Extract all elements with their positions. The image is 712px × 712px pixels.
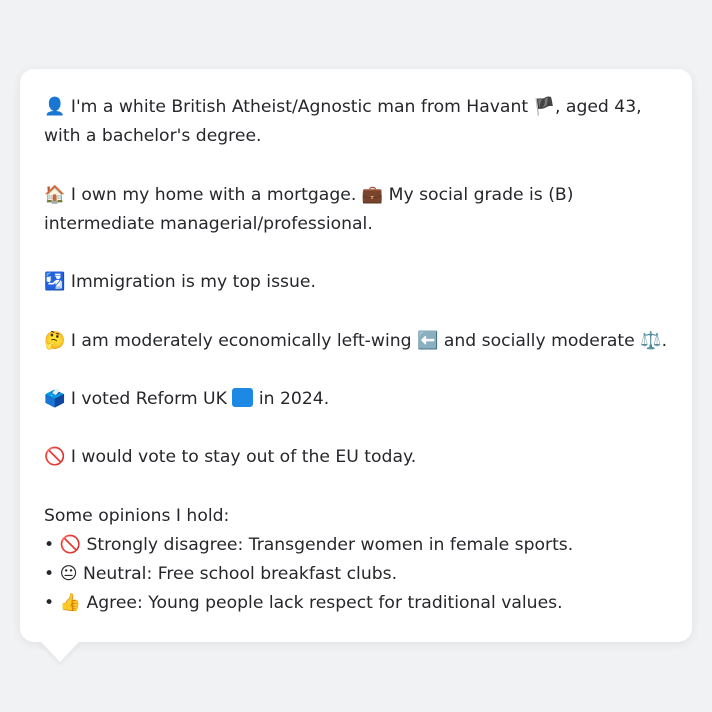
ideology-end-text: . bbox=[661, 330, 668, 351]
opinions-list: • 🚫 Strongly disagree: Transgender women… bbox=[44, 531, 668, 619]
vote-paragraph: 🗳️ I voted Reform UK in 2024. bbox=[44, 385, 668, 414]
eu-paragraph: 🚫 I would vote to stay out of the EU tod… bbox=[44, 443, 668, 472]
opinion-text: Agree: Young people lack respect for tra… bbox=[86, 593, 563, 614]
bullet-marker: • bbox=[44, 534, 55, 555]
identity-text: I'm a white British Atheist/Agnostic man… bbox=[70, 97, 529, 117]
party-color-square-icon bbox=[232, 387, 254, 407]
house-icon: 🏠 bbox=[44, 184, 66, 205]
list-item: • 😐 Neutral: Free school breakfast clubs… bbox=[44, 560, 668, 589]
issue-text: Immigration is my top issue. bbox=[70, 272, 316, 293]
opinion-text: Strongly disagree: Transgender women in … bbox=[86, 534, 574, 555]
vote-text: I voted Reform UK bbox=[70, 388, 227, 409]
home-text: I own my home with a mortgage. bbox=[70, 184, 357, 205]
prohibited-icon: 🚫 bbox=[44, 447, 66, 468]
opinions-section: Some opinions I hold: • 🚫 Strongly disag… bbox=[44, 502, 668, 619]
thumbs-up-icon: 👍 bbox=[59, 593, 82, 614]
list-item: • 🚫 Strongly disagree: Transgender women… bbox=[44, 531, 668, 560]
opinion-text: Neutral: Free school breakfast clubs. bbox=[83, 564, 398, 585]
persona-message-bubble: 👤 I'm a white British Atheist/Agnostic m… bbox=[20, 69, 692, 642]
eu-text: I would vote to stay out of the EU today… bbox=[70, 447, 417, 468]
ideology-paragraph: 🤔 I am moderately economically left-wing… bbox=[44, 327, 668, 356]
england-flag-icon: 🏴 bbox=[533, 97, 555, 117]
neutral-face-icon: 😐 bbox=[59, 564, 78, 585]
balance-scale-icon: ⚖️ bbox=[640, 330, 662, 351]
issue-paragraph: 🛂 Immigration is my top issue. bbox=[44, 268, 668, 297]
briefcase-icon: 💼 bbox=[361, 184, 384, 205]
prohibited-icon: 🚫 bbox=[59, 534, 82, 555]
person-icon: 👤 bbox=[44, 97, 66, 117]
ballot-box-icon: 🗳️ bbox=[44, 388, 66, 409]
left-arrow-icon: ⬅️ bbox=[417, 330, 439, 351]
vote-year-text: in 2024. bbox=[258, 388, 330, 409]
bubble-tail bbox=[40, 641, 80, 662]
economic-ideology-text: I am moderately economically left-wing bbox=[70, 330, 412, 351]
identity-paragraph: 👤 I'm a white British Atheist/Agnostic m… bbox=[44, 93, 668, 151]
bullet-marker: • bbox=[44, 564, 55, 585]
thinking-face-icon: 🤔 bbox=[44, 330, 66, 351]
bullet-marker: • bbox=[44, 593, 55, 614]
list-item: • 👍 Agree: Young people lack respect for… bbox=[44, 589, 668, 618]
home-paragraph: 🏠 I own my home with a mortgage. 💼 My so… bbox=[44, 181, 668, 239]
passport-control-icon: 🛂 bbox=[44, 272, 66, 293]
social-ideology-text: and socially moderate bbox=[443, 330, 635, 351]
opinions-heading: Some opinions I hold: bbox=[44, 505, 230, 526]
